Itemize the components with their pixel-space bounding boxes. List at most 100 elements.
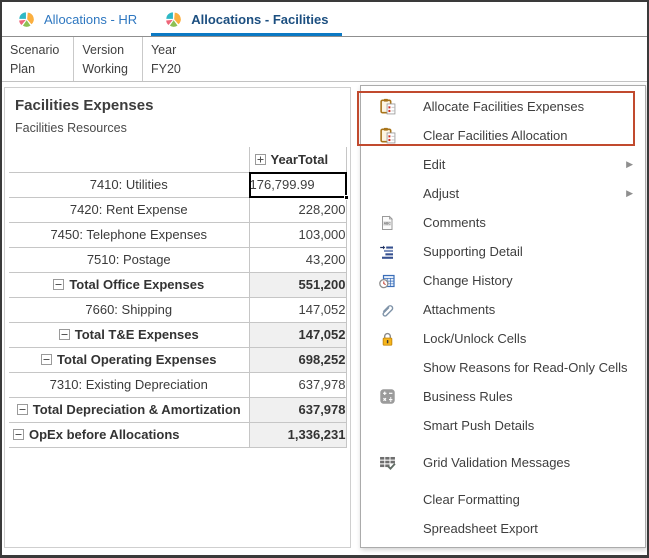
tab-bar: Allocations - HR Allocations - Facilitie…: [2, 2, 647, 36]
row-value-cell[interactable]: 228,200: [248, 197, 347, 223]
collapse-icon[interactable]: [58, 329, 70, 340]
data-grid: YearTotal 7410: Utilities 176,799.99 742…: [9, 147, 349, 448]
row-member-cell[interactable]: 7450: Telephone Expenses: [9, 222, 249, 248]
table-row: 7410: Utilities 176,799.99: [9, 171, 349, 200]
fill-handle[interactable]: [343, 194, 349, 200]
pov-dimension-label: Year: [150, 43, 177, 57]
row-member-cell[interactable]: 7420: Rent Expense: [9, 197, 249, 223]
collapse-icon[interactable]: [41, 354, 53, 365]
menu-item-label: Adjust: [423, 186, 460, 201]
menu-item-attachments[interactable]: Attachments: [361, 295, 645, 324]
table-row: OpEx before Allocations 1,336,231: [9, 422, 347, 448]
row-value-cell[interactable]: 637,978: [248, 372, 347, 398]
row-value-cell[interactable]: 551,200: [248, 272, 347, 298]
rule-clipboard-icon: [377, 127, 397, 144]
row-member-cell[interactable]: Total Operating Expenses: [9, 347, 249, 373]
column-header-yeartotal[interactable]: YearTotal: [248, 147, 347, 173]
menu-item-lock-unlock-cells[interactable]: Lock/Unlock Cells: [361, 324, 645, 353]
menu-item-label: Supporting Detail: [423, 244, 523, 259]
row-member-cell[interactable]: 7410: Utilities: [9, 172, 249, 198]
menu-item-allocate-facilities-expenses[interactable]: Allocate Facilities Expenses: [361, 92, 645, 121]
pov-dimension-label: Version: [82, 43, 125, 57]
supporting-detail-icon: [377, 244, 397, 260]
table-row: Total Operating Expenses 698,252: [9, 347, 347, 373]
row-member-cell[interactable]: 7510: Postage: [9, 247, 249, 273]
row-value-cell[interactable]: 698,252: [248, 347, 347, 373]
menu-item-business-rules[interactable]: Business Rules: [361, 382, 645, 411]
table-row: 7450: Telephone Expenses 103,000: [9, 222, 347, 248]
collapse-icon[interactable]: [16, 404, 28, 415]
tab-allocations-facilities[interactable]: Allocations - Facilities: [151, 2, 342, 36]
menu-item-label: Change History: [423, 273, 513, 288]
business-rules-icon: [377, 388, 397, 405]
row-member-cell[interactable]: Total Office Expenses: [9, 272, 249, 298]
row-member-label: 7510: Postage: [86, 252, 171, 267]
menu-item-spreadsheet-export[interactable]: Spreadsheet Export: [361, 514, 645, 543]
table-row: Total T&E Expenses 147,052: [9, 322, 347, 348]
menu-item-label: Allocate Facilities Expenses: [423, 99, 585, 114]
row-member-label: Total Operating Expenses: [57, 352, 217, 367]
row-value-cell[interactable]: 43,200: [248, 247, 347, 273]
grid-validation-icon: [377, 454, 397, 471]
column-header-label: YearTotal: [270, 151, 329, 167]
menu-item-label: Show Reasons for Read-Only Cells: [423, 360, 628, 375]
content-area: Facilities Expenses Facilities Resources…: [2, 82, 647, 555]
row-member-cell[interactable]: 7660: Shipping: [9, 297, 249, 323]
submenu-arrow-icon: ▶: [626, 188, 633, 198]
menu-item-label: Grid Validation Messages: [423, 455, 571, 470]
row-value-cell[interactable]: 103,000: [248, 222, 347, 248]
row-member-label: 7450: Telephone Expenses: [50, 227, 208, 242]
form-subtitle: Facilities Resources: [15, 121, 127, 135]
row-value-cell[interactable]: 1,336,231: [248, 422, 347, 448]
tab-label: Allocations - HR: [44, 11, 138, 27]
row-member-cell[interactable]: Total T&E Expenses: [9, 322, 249, 348]
collapse-icon[interactable]: [53, 279, 65, 290]
table-row: Total Office Expenses 551,200: [9, 272, 347, 298]
pie-chart-icon: [18, 11, 35, 28]
menu-item-change-history[interactable]: Change History: [361, 266, 645, 295]
row-member-label: 7660: Shipping: [85, 302, 173, 317]
collapse-icon[interactable]: [13, 429, 24, 440]
menu-item-supporting-detail[interactable]: Supporting Detail: [361, 237, 645, 266]
row-value-cell[interactable]: 637,978: [248, 397, 347, 423]
menu-item-label: Comments: [423, 215, 486, 230]
lock-icon: [377, 331, 397, 347]
menu-item-clear-formatting[interactable]: Clear Formatting: [361, 485, 645, 514]
menu-item-adjust[interactable]: Adjust ▶: [361, 179, 645, 208]
row-member-label: Total Depreciation & Amortization: [32, 402, 241, 417]
menu-item-comments[interactable]: ABC Comments: [361, 208, 645, 237]
pov-member-value[interactable]: FY20: [151, 60, 633, 79]
application-window: Allocations - HR Allocations - Facilitie…: [0, 0, 649, 558]
pov-member-value[interactable]: Working: [82, 60, 128, 79]
tab-allocations-hr[interactable]: Allocations - HR: [4, 2, 151, 36]
menu-item-clear-facilities-allocation[interactable]: Clear Facilities Allocation: [361, 121, 645, 150]
table-row: 7510: Postage 43,200: [9, 247, 347, 273]
expand-icon[interactable]: [254, 153, 266, 165]
row-member-cell[interactable]: OpEx before Allocations: [9, 422, 249, 448]
grid-rows: 7410: Utilities 176,799.99 7420: Rent Ex…: [9, 171, 349, 448]
pov-member-value[interactable]: Plan: [10, 60, 59, 79]
rule-clipboard-icon: [377, 98, 397, 115]
menu-item-grid-validation-messages[interactable]: Grid Validation Messages: [361, 448, 645, 477]
row-header-spacer: [9, 147, 249, 173]
svg-text:ABC: ABC: [384, 221, 392, 225]
grid-panel: Facilities Expenses Facilities Resources…: [4, 87, 351, 548]
menu-item-show-reasons-for-read-only-cells[interactable]: Show Reasons for Read-Only Cells: [361, 353, 645, 382]
table-row: Total Depreciation & Amortization 637,97…: [9, 397, 347, 423]
comments-icon: ABC: [377, 215, 397, 231]
menu-item-smart-push-details[interactable]: Smart Push Details: [361, 411, 645, 440]
menu-item-label: Clear Formatting: [423, 492, 520, 507]
selected-cell[interactable]: 176,799.99: [248, 171, 349, 200]
menu-item-label: Business Rules: [423, 389, 513, 404]
menu-item-label: Edit: [423, 157, 446, 172]
context-menu-items: Allocate Facilities Expenses Clear Facil…: [361, 92, 645, 543]
table-row: 7420: Rent Expense 228,200: [9, 197, 347, 223]
row-member-cell[interactable]: 7310: Existing Depreciation: [9, 372, 249, 398]
menu-item-edit[interactable]: Edit ▶: [361, 150, 645, 179]
pov-bar: Scenario Plan Version Working Year FY20: [2, 36, 647, 82]
context-menu: Allocate Facilities Expenses Clear Facil…: [360, 85, 646, 548]
row-member-label: 7420: Rent Expense: [69, 202, 188, 217]
row-value-cell[interactable]: 147,052: [248, 322, 347, 348]
row-value-cell[interactable]: 147,052: [248, 297, 347, 323]
row-member-cell[interactable]: Total Depreciation & Amortization: [9, 397, 249, 423]
